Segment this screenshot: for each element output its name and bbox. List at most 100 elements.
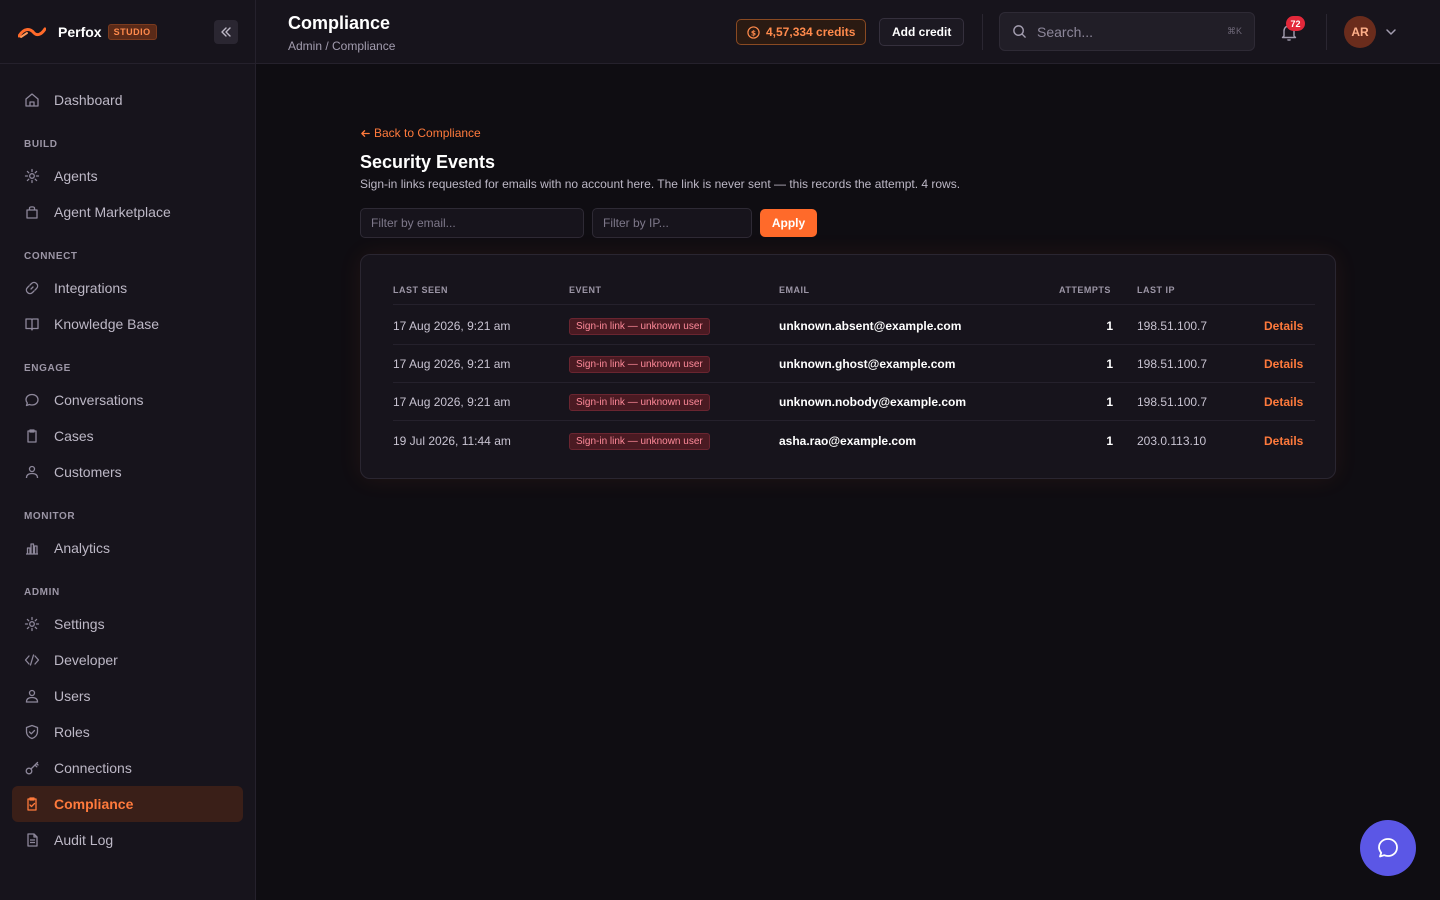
sidebar-item-compliance[interactable]: Compliance xyxy=(12,786,243,822)
bag-icon xyxy=(26,206,38,219)
brand-name: Perfox xyxy=(58,23,102,40)
code-icon xyxy=(24,654,40,666)
email-cell: asha.rao@example.com xyxy=(779,434,917,448)
arrow-left-icon xyxy=(361,129,370,137)
nav-section-monitor: MONITOR xyxy=(24,510,76,522)
gear-icon xyxy=(24,616,40,632)
details-link[interactable]: Details xyxy=(1264,345,1303,383)
sidebar-item-label: Connections xyxy=(54,760,132,776)
avatar[interactable]: AR xyxy=(1344,16,1376,48)
perfox-logo-icon xyxy=(18,27,46,38)
sidebar-item-conversations[interactable]: Conversations xyxy=(12,382,243,418)
event-badge: Sign-in link — unknown user xyxy=(569,317,710,335)
sidebar-item-dashboard[interactable]: Dashboard xyxy=(12,82,243,118)
event-badge: Sign-in link — unknown user xyxy=(569,432,710,450)
table-header: LAST SEEN EVENT EMAIL ATTEMPTS LAST IP xyxy=(393,279,1315,305)
event-cell: Sign-in link — unknown user xyxy=(569,422,710,460)
search-input[interactable]: Search... xyxy=(1037,24,1227,40)
back-link-label: Back to Compliance xyxy=(374,126,481,140)
back-to-compliance-link[interactable]: Back to Compliance xyxy=(360,126,481,140)
link-icon xyxy=(25,281,39,295)
column-attempts: ATTEMPTS xyxy=(1059,285,1111,295)
sidebar-item-knowledge-base[interactable]: Knowledge Base xyxy=(12,306,243,342)
sidebar-item-roles[interactable]: Roles xyxy=(12,714,243,750)
chat-icon xyxy=(25,393,39,407)
document-icon xyxy=(27,833,38,847)
details-link[interactable]: Details xyxy=(1264,383,1303,421)
book-icon xyxy=(25,318,39,331)
sidebar-item-label: Customers xyxy=(54,464,122,480)
last-ip-cell: 198.51.100.7 xyxy=(1137,319,1208,333)
nav-section-build: BUILD xyxy=(24,138,58,150)
credits-label: 4,57,334 credits xyxy=(766,25,856,39)
search-box[interactable]: Search... ⌘K xyxy=(999,12,1255,51)
attempts-cell: 1 xyxy=(1106,395,1113,409)
sidebar-item-agents[interactable]: Agents xyxy=(12,158,243,194)
attempts-cell: 1 xyxy=(1106,434,1113,448)
top-header: Compliance Admin / Compliance $ 4,57,334… xyxy=(256,0,1440,64)
event-cell: Sign-in link — unknown user xyxy=(569,383,710,421)
sidebar-item-developer[interactable]: Developer xyxy=(12,642,243,678)
chat-bubble-icon xyxy=(1378,838,1398,858)
table-row: 17 Aug 2026, 9:21 am Sign-in link — unkno… xyxy=(393,383,1315,421)
sidebar: Perfox STUDIO Dashboard BUILD Agents Agent … xyxy=(0,0,256,900)
sidebar-item-label: Users xyxy=(54,688,91,704)
last-ip-cell: 203.0.113.10 xyxy=(1137,434,1207,448)
chart-icon xyxy=(26,543,38,555)
add-credit-button[interactable]: Add credit xyxy=(879,18,965,46)
attempts-cell: 1 xyxy=(1106,319,1113,333)
svg-text:$: $ xyxy=(751,28,756,37)
event-cell: Sign-in link — unknown user xyxy=(569,307,710,345)
chat-button[interactable] xyxy=(1360,820,1416,876)
table-row: 17 Aug 2026, 9:21 am Sign-in link — unkno… xyxy=(393,345,1315,383)
email-filter-input[interactable] xyxy=(360,208,584,238)
credits-badge[interactable]: $ 4,57,334 credits xyxy=(736,19,867,45)
table-row: 17 Aug 2026, 9:21 am Sign-in link — unkno… xyxy=(393,307,1315,345)
column-email: EMAIL xyxy=(779,285,810,295)
event-cell: Sign-in link — unknown user xyxy=(569,345,710,383)
details-link[interactable]: Details xyxy=(1264,307,1303,345)
attempts-cell: 1 xyxy=(1106,357,1113,371)
table-row: 19 Jul 2026, 11:44 am Sign-in link — unkn… xyxy=(393,422,1315,460)
sidebar-item-label: Audit Log xyxy=(54,832,114,848)
security-events-table: LAST SEEN EVENT EMAIL ATTEMPTS LAST IP 1… xyxy=(360,254,1336,479)
nav-section-connect: CONNECT xyxy=(24,250,78,262)
last-seen-cell: 17 Aug 2026, 9:21 am xyxy=(393,319,511,333)
event-badge: Sign-in link — unknown user xyxy=(569,355,710,373)
chevron-down-icon[interactable] xyxy=(1384,25,1398,39)
sidebar-item-label: Integrations xyxy=(54,280,128,296)
sidebar-item-settings[interactable]: Settings xyxy=(12,606,243,642)
sidebar-item-analytics[interactable]: Analytics xyxy=(12,530,243,566)
sidebar-item-label: Roles xyxy=(54,724,90,740)
section-title: Security Events xyxy=(360,152,496,172)
shield-icon xyxy=(25,724,39,740)
email-cell: unknown.nobody@example.com xyxy=(779,395,967,409)
sidebar-item-cases[interactable]: Cases xyxy=(12,418,243,454)
apply-button[interactable]: Apply xyxy=(760,209,817,237)
email-cell: unknown.absent@example.com xyxy=(779,319,962,333)
sidebar-item-label: Knowledge Base xyxy=(54,316,160,332)
last-ip-cell: 198.51.100.7 xyxy=(1137,357,1208,371)
details-link[interactable]: Details xyxy=(1264,422,1303,460)
sidebar-item-users[interactable]: Users xyxy=(12,678,243,714)
collapse-sidebar-button[interactable] xyxy=(214,20,238,44)
notification-count-badge: 72 xyxy=(1286,16,1305,31)
chevrons-left-icon xyxy=(221,27,231,37)
gear-icon xyxy=(24,168,40,184)
sidebar-item-customers[interactable]: Customers xyxy=(12,454,243,490)
sidebar-item-agent-marketplace[interactable]: Agent Marketplace xyxy=(12,194,243,230)
sidebar-item-connections[interactable]: Connections xyxy=(12,750,243,786)
last-ip-cell: 198.51.100.7 xyxy=(1137,395,1208,409)
sidebar-item-label: Compliance xyxy=(54,796,134,812)
users-icon xyxy=(25,465,39,479)
ip-filter-input[interactable] xyxy=(592,208,752,238)
last-seen-cell: 17 Aug 2026, 9:21 am xyxy=(393,357,511,371)
event-badge: Sign-in link — unknown user xyxy=(569,393,710,411)
sidebar-item-integrations[interactable]: Integrations xyxy=(12,270,243,306)
sidebar-item-audit-log[interactable]: Audit Log xyxy=(12,822,243,858)
